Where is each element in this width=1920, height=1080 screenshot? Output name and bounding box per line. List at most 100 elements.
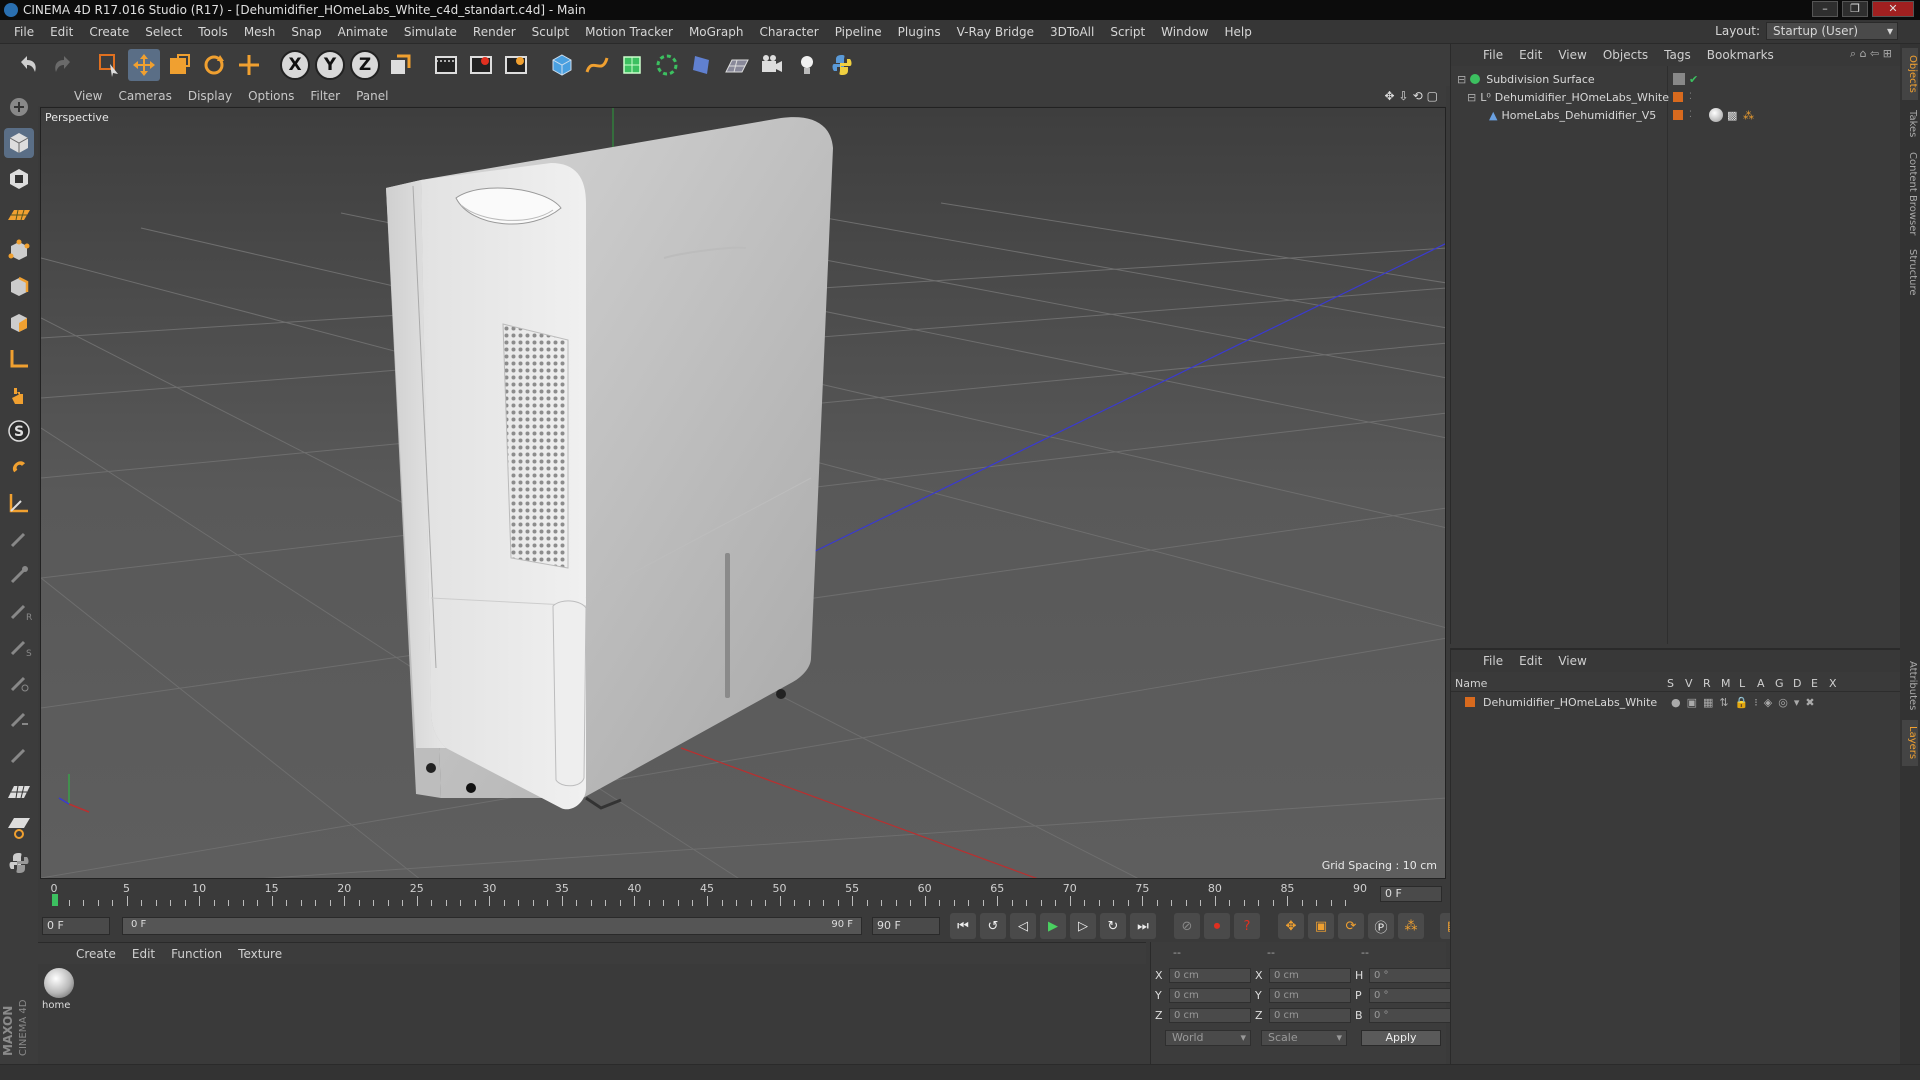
material-menu-function[interactable]: Function	[163, 947, 230, 961]
tab-objects[interactable]: Objects	[1902, 48, 1918, 100]
end-frame-field[interactable]: 90 F	[872, 917, 940, 935]
layer-col-view[interactable]: V	[1685, 677, 1703, 690]
y-axis-icon[interactable]: Y	[314, 49, 346, 81]
menu-help[interactable]: Help	[1216, 25, 1259, 39]
layer-col-xref[interactable]: X	[1829, 677, 1847, 690]
material-tag-icon[interactable]	[1709, 108, 1723, 122]
rot-h-field[interactable]: 0 °	[1369, 968, 1451, 983]
collapse-icon[interactable]: ⊟	[1467, 91, 1476, 104]
next-frame-icon[interactable]: ▷	[1070, 913, 1096, 939]
menu-pipeline[interactable]: Pipeline	[827, 25, 890, 39]
material-menu-edit[interactable]: Edit	[124, 947, 163, 961]
key-position-icon[interactable]: ✥	[1278, 913, 1304, 939]
axis-lock-icon[interactable]	[4, 488, 34, 518]
live-selection-icon[interactable]	[93, 49, 125, 81]
tab-content-browser[interactable]: Content Browser	[1902, 148, 1918, 240]
axis-mode-icon[interactable]	[4, 344, 34, 374]
edges-mode-icon[interactable]	[4, 272, 34, 302]
brush-tool-3-icon[interactable]: R	[4, 596, 34, 626]
workplane-mode-icon[interactable]	[4, 200, 34, 230]
brush-tool-4-icon[interactable]: S	[4, 632, 34, 662]
tab-takes[interactable]: Takes	[1902, 104, 1918, 144]
undo-icon[interactable]	[12, 49, 44, 81]
snap-icon[interactable]: S	[4, 416, 34, 446]
brush-tool-5-icon[interactable]	[4, 668, 34, 698]
orbit-icon[interactable]: ⟲	[1413, 89, 1423, 103]
objects-menu-edit[interactable]: Edit	[1511, 48, 1550, 62]
minimize-button[interactable]: –	[1812, 1, 1838, 17]
edit-render-settings-icon[interactable]	[500, 49, 532, 81]
current-frame-field[interactable]: 0 F	[1380, 886, 1442, 902]
camera-icon[interactable]	[756, 49, 788, 81]
menu-edit[interactable]: Edit	[42, 25, 81, 39]
array-icon[interactable]	[651, 49, 683, 81]
layer-col-deformers[interactable]: D	[1793, 677, 1811, 690]
menu-snap[interactable]: Snap	[283, 25, 329, 39]
previous-frame-icon[interactable]: ◁	[1010, 913, 1036, 939]
menu-file[interactable]: File	[6, 25, 42, 39]
brush-tool-1-icon[interactable]	[4, 524, 34, 554]
menu-vray-bridge[interactable]: V-Ray Bridge	[949, 25, 1042, 39]
size-mode-dropdown[interactable]: Scale ▾	[1261, 1030, 1347, 1046]
brush-tool-7-icon[interactable]	[4, 740, 34, 770]
texture-mode-icon[interactable]	[4, 164, 34, 194]
layer-toggle-icons[interactable]: ●▣▦⇅🔒⁝◈◎▾✖	[1671, 696, 1821, 709]
layer-color-swatch[interactable]	[1673, 92, 1683, 102]
texture-tag-icon[interactable]: ▩	[1727, 109, 1737, 122]
size-y-field[interactable]: 0 cm	[1269, 988, 1351, 1003]
viewport-menu-cameras[interactable]: Cameras	[110, 89, 179, 103]
subdivision-surface-icon[interactable]	[616, 49, 648, 81]
key-parameter-icon[interactable]: Ⓟ	[1368, 913, 1394, 939]
key-scale-icon[interactable]: ▣	[1308, 913, 1334, 939]
cube-icon[interactable]	[546, 49, 578, 81]
model-mode-icon[interactable]	[4, 128, 34, 158]
go-to-end-icon[interactable]: ⏭	[1130, 913, 1156, 939]
object-row-subdivision-surface[interactable]: ⊟ Subdivision Surface ✔	[1451, 70, 1901, 88]
dolly-icon[interactable]: ⇩	[1399, 89, 1409, 103]
viewport-menu-display[interactable]: Display	[180, 89, 240, 103]
menu-plugins[interactable]: Plugins	[890, 25, 949, 39]
menu-animate[interactable]: Animate	[330, 25, 396, 39]
layer-name[interactable]: Dehumidifier_HOmeLabs_White	[1483, 696, 1671, 709]
object-row-dehumidifier-group[interactable]: ⊟ L⁰ Dehumidifier_HOmeLabs_White ⁚	[1451, 88, 1901, 106]
layer-color-swatch[interactable]	[1465, 697, 1475, 707]
spline-pen-icon[interactable]	[581, 49, 613, 81]
pan-icon[interactable]: ✥	[1384, 89, 1394, 103]
viewport-menu-options[interactable]: Options	[240, 89, 302, 103]
menu-create[interactable]: Create	[81, 25, 137, 39]
key-rotation-icon[interactable]: ⟳	[1338, 913, 1364, 939]
make-editable-icon[interactable]	[4, 92, 34, 122]
move-icon[interactable]	[128, 49, 160, 81]
floor-icon[interactable]	[721, 49, 753, 81]
viewport-menu-panel[interactable]: Panel	[348, 89, 396, 103]
go-to-start-icon[interactable]: ⏮	[950, 913, 976, 939]
menu-3dtoall[interactable]: 3DToAll	[1042, 25, 1102, 39]
pos-x-field[interactable]: 0 cm	[1169, 968, 1251, 983]
start-frame-field[interactable]: 0 F	[42, 917, 110, 935]
layers-menu-edit[interactable]: Edit	[1511, 654, 1550, 668]
render-picture-viewer-icon[interactable]	[465, 49, 497, 81]
object-name[interactable]: Subdivision Surface	[1486, 73, 1594, 86]
objects-menu-file[interactable]: File	[1475, 48, 1511, 62]
objects-menu-bookmarks[interactable]: Bookmarks	[1699, 48, 1782, 62]
key-pla-icon[interactable]: ⁂	[1398, 913, 1424, 939]
previous-key-icon[interactable]: ↺	[980, 913, 1006, 939]
size-x-field[interactable]: 0 cm	[1269, 968, 1351, 983]
menu-render[interactable]: Render	[465, 25, 524, 39]
recent-tool-icon[interactable]	[233, 49, 265, 81]
layer-col-expressions[interactable]: E	[1811, 677, 1829, 690]
objects-menu-view[interactable]: View	[1550, 48, 1594, 62]
menu-tools[interactable]: Tools	[190, 25, 236, 39]
material-preview-sphere[interactable]	[44, 968, 74, 998]
play-icon[interactable]: ▶	[1040, 913, 1066, 939]
layer-col-animation[interactable]: A	[1757, 677, 1775, 690]
python-icon[interactable]	[826, 49, 858, 81]
timeline-ruler[interactable]: 0 5 10 15 20 25 30 35 40 45 50 55 60 65 70 75 80 85 90 0 F	[40, 880, 1446, 910]
layers-menu-file[interactable]: File	[1475, 654, 1511, 668]
playhead-marker[interactable]	[52, 894, 58, 906]
visibility-dots-icon[interactable]: ⁚	[1689, 92, 1692, 102]
deformer-icon[interactable]	[686, 49, 718, 81]
object-name[interactable]: Dehumidifier_HOmeLabs_White	[1495, 91, 1669, 104]
material-menu-texture[interactable]: Texture	[230, 947, 290, 961]
layer-col-name[interactable]: Name	[1455, 677, 1667, 690]
